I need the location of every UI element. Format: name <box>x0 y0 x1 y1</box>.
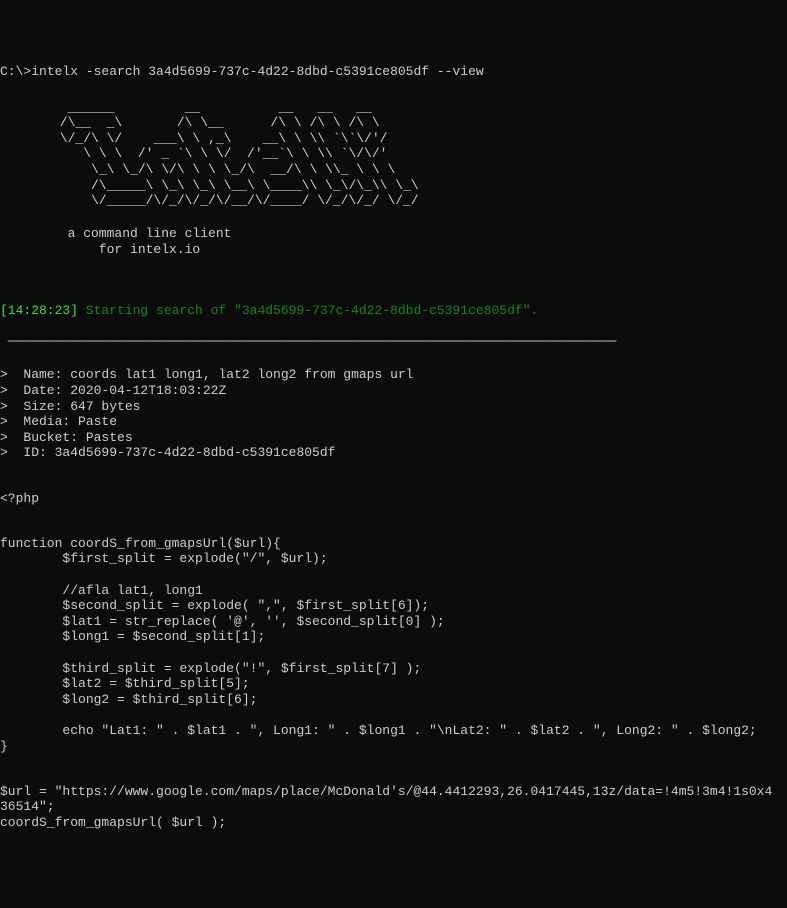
ascii-art-logo: ______ __ __ __ __ /\__ _\ /\ \__ /\ \ /… <box>52 100 787 209</box>
meta-date-value: 2020-04-12T18:03:22Z <box>70 383 226 398</box>
typed-command: intelx -search 3a4d5699-737c-4d22-8dbd-c… <box>31 64 483 79</box>
prompt-path: C:\> <box>0 64 31 79</box>
meta-date-label: > Date: <box>0 383 70 398</box>
meta-id-value: 3a4d5699-737c-4d22-8dbd-c5391ce805df <box>55 445 336 460</box>
meta-id-label: > ID: <box>0 445 55 460</box>
result-metadata: > Name: coords lat1 long1, lat2 long2 fr… <box>0 367 787 461</box>
php-opening: <?php <box>0 491 787 507</box>
tagline-line2: for intelx.io <box>52 242 200 257</box>
status-timestamp: [14:28:23] <box>0 303 78 318</box>
meta-bucket-value: Pastes <box>86 430 133 445</box>
php-invocation: $url = "https://www.google.com/maps/plac… <box>0 784 787 831</box>
meta-size-value: 647 bytes <box>70 399 140 414</box>
meta-size-label: > Size: <box>0 399 70 414</box>
meta-bucket-label: > Bucket: <box>0 430 86 445</box>
tagline: a command line client for intelx.io <box>52 226 787 257</box>
status-line: [14:28:23] Starting search of "3a4d5699-… <box>0 303 787 319</box>
tagline-line1: a command line client <box>52 226 231 241</box>
meta-name-label: > Name: <box>0 367 70 382</box>
status-text: Starting search of "3a4d5699-737c-4d22-8… <box>78 303 538 318</box>
php-function: function coordS_from_gmapsUrl($url){ $fi… <box>0 536 787 754</box>
meta-media-label: > Media: <box>0 414 78 429</box>
separator-line: ────────────────────────────────────────… <box>0 334 787 350</box>
meta-name-value: coords lat1 long1, lat2 long2 from gmaps… <box>70 367 413 382</box>
meta-media-value: Paste <box>78 414 117 429</box>
command-prompt-line[interactable]: C:\>intelx -search 3a4d5699-737c-4d22-8d… <box>0 62 787 80</box>
